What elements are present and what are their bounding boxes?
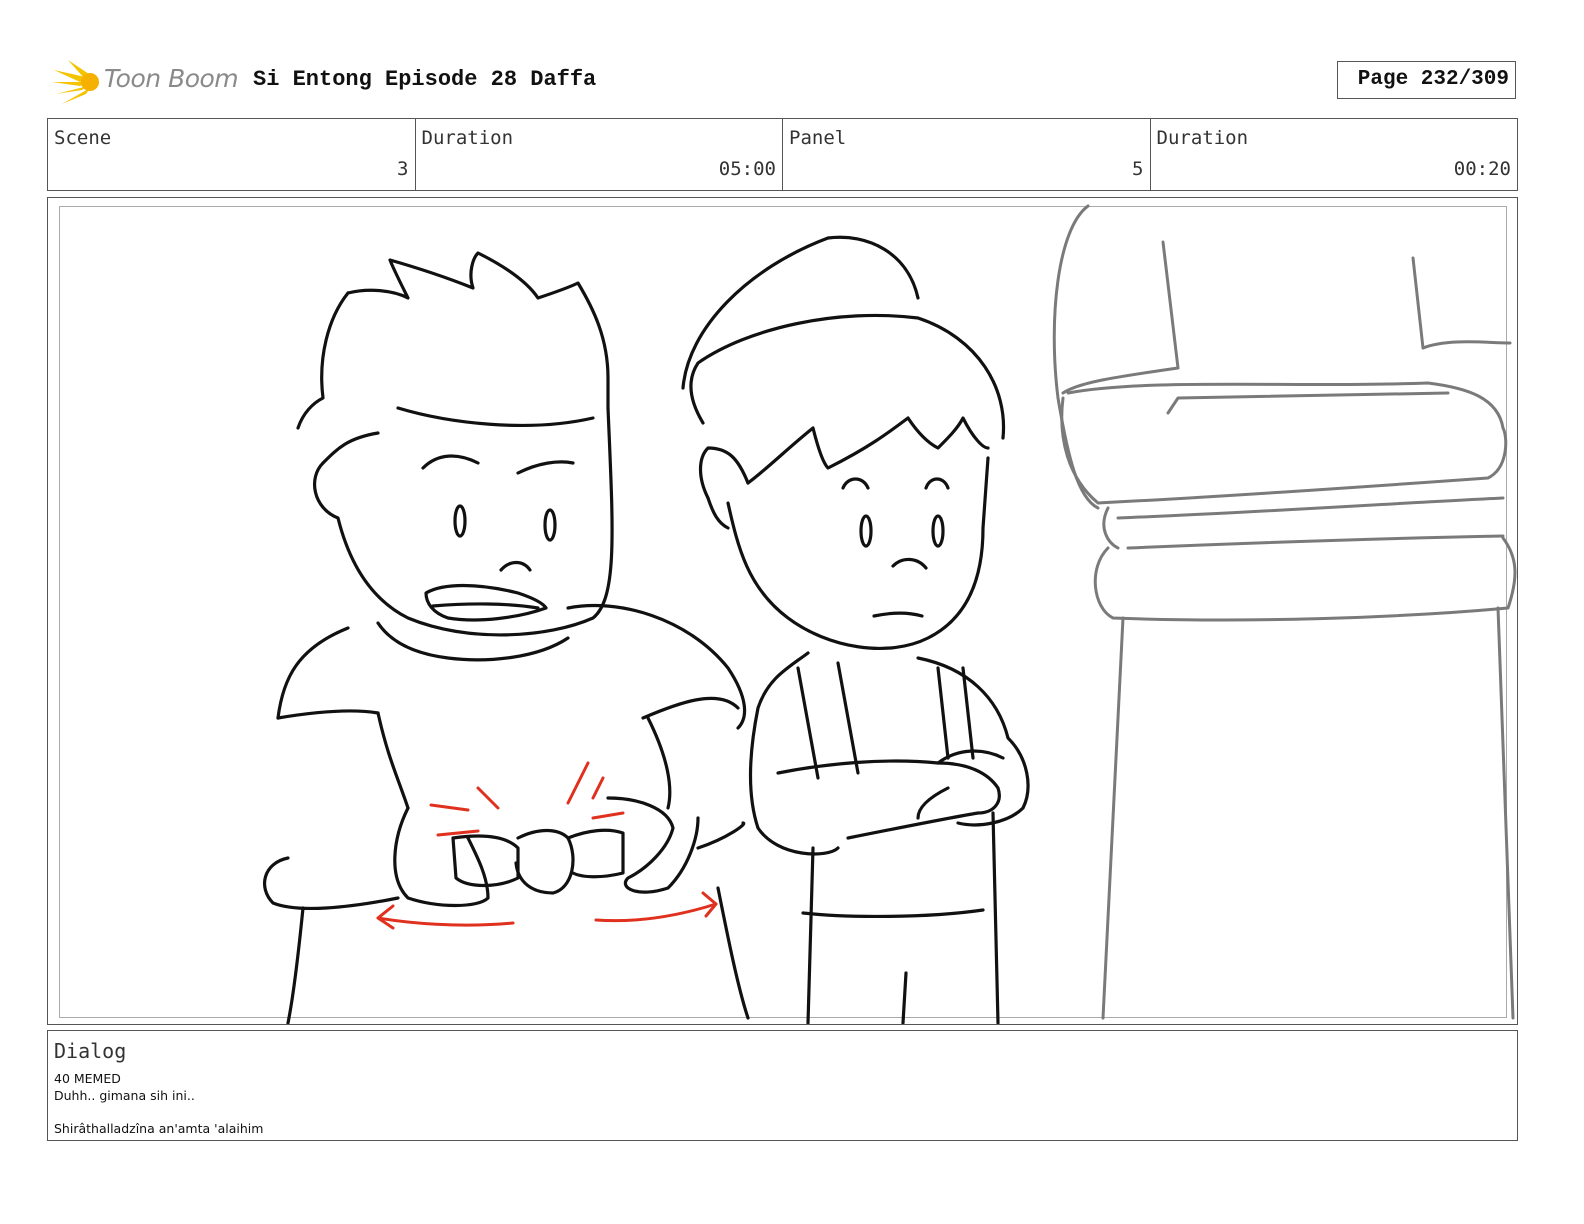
panel-value: 5 xyxy=(1132,158,1144,180)
page-number-box: Page 232/309 xyxy=(1337,61,1516,99)
scene-cell: Scene 3 xyxy=(48,119,416,190)
boy-right-sketch-icon xyxy=(681,235,1030,1024)
scene-duration-cell: Duration 05:00 xyxy=(416,119,783,190)
scene-duration-value: 05:00 xyxy=(718,158,776,180)
panel-cell: Panel 5 xyxy=(783,119,1151,190)
page-title: Si Entong Episode 28 Daffa xyxy=(253,67,597,92)
scene-value: 3 xyxy=(397,158,409,180)
pillar-sketch-icon xyxy=(1052,204,1517,1020)
panel-label: Panel xyxy=(789,127,847,149)
storyboard-sketch-image xyxy=(263,204,1517,1024)
panel-duration-cell: Duration 00:20 xyxy=(1151,119,1518,190)
scene-duration-label: Duration xyxy=(421,127,514,149)
boy-left-sketch-icon xyxy=(263,251,750,1024)
dialog-line: Duhh.. gimana sih ini.. xyxy=(54,1088,195,1103)
dialog-line: Shirâthalladzîna an'amta 'alaihim xyxy=(54,1121,264,1136)
dialog-label: Dialog xyxy=(54,1039,127,1063)
panel-duration-value: 00:20 xyxy=(1453,158,1511,180)
scene-label: Scene xyxy=(54,127,112,149)
logo-text: Toon Boom xyxy=(104,64,239,93)
scene-info-row: Scene 3 Duration 05:00 Panel 5 Duration … xyxy=(47,118,1518,191)
dialog-box: Dialog 40 MEMED Duhh.. gimana sih ini.. … xyxy=(47,1030,1518,1141)
dialog-speaker: 40 MEMED xyxy=(54,1071,121,1086)
panel-duration-label: Duration xyxy=(1156,127,1249,149)
page-number: Page 232/309 xyxy=(1357,68,1509,91)
